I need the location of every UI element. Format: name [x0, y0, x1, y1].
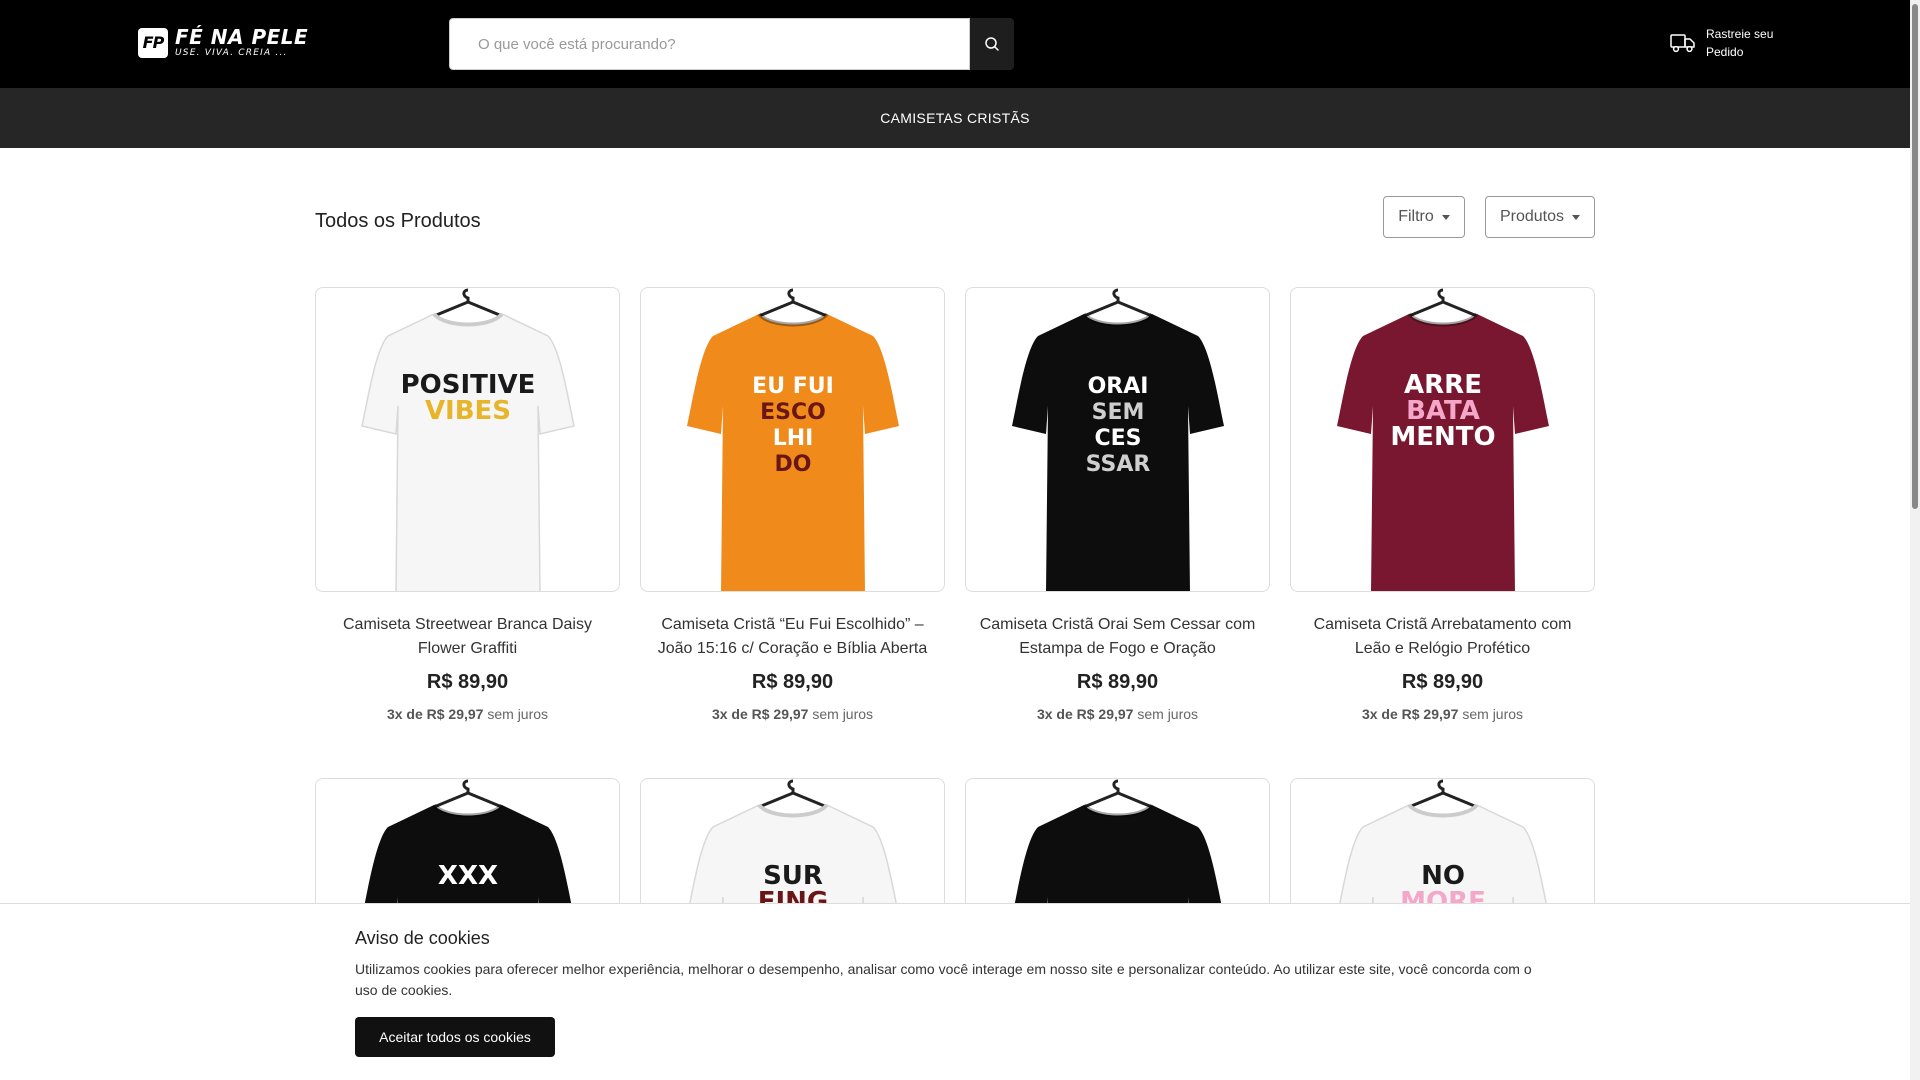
caret-down-icon	[1572, 214, 1581, 220]
tshirt-shape	[1012, 805, 1224, 918]
tshirt-image: EU FUIESCOLHIDO	[687, 288, 899, 591]
installment-suffix: sem juros	[808, 706, 874, 722]
logo-mark: FP	[138, 27, 168, 58]
product-card[interactable]: EU FUI ESCO LHI DO Camiseta Cristã “Eu Fui E…	[640, 287, 945, 722]
shirt-print-text: MENTO	[1390, 422, 1495, 452]
product-installments: 3x de R$ 29,97 sem juros	[1290, 706, 1595, 722]
cookie-text: Utilizamos cookies para oferecer melhor …	[355, 961, 1532, 998]
installment-amount: 3x de R$ 29,97	[1036, 706, 1134, 722]
product-installments: 3x de R$ 29,97 sem juros	[640, 706, 945, 722]
accept-cookies-button[interactable]: Aceitar todos os cookies	[355, 1017, 555, 1057]
page: FP FÉ NA PELE USE. VIVA. CREIA ... O que…	[0, 0, 1920, 1080]
filter-label: Filtro	[1398, 208, 1434, 225]
shirt-print-text: ESCO	[760, 400, 826, 425]
tshirt-image: ORAISEMCESSSAR	[1012, 288, 1224, 591]
tshirt-image: POSITIVEVIBES	[361, 288, 575, 591]
product-card[interactable]: ORAI SEM CES SSAR Camiseta Cristã Orai Sem C…	[965, 287, 1270, 722]
product-image[interactable]: EU FUI ESCO LHI DO	[640, 287, 945, 592]
product-card[interactable]: XXX	[315, 778, 620, 918]
product-image[interactable]: XXX	[315, 778, 620, 918]
search-button[interactable]	[970, 18, 1014, 70]
product-price: R$ 89,90	[751, 671, 834, 693]
track-order-link[interactable]: Rastreie seu Pedido	[1670, 25, 1786, 61]
search-icon	[985, 37, 999, 51]
product-price: R$ 89,90	[426, 671, 509, 693]
hanger-icon	[1083, 288, 1153, 318]
category-nav: CAMISETAS CRISTÃS	[0, 88, 1910, 148]
search-input[interactable]	[449, 18, 970, 70]
logo-tagline: USE. VIVA. CREIA ...	[175, 48, 288, 58]
hanger-icon	[758, 779, 828, 809]
shirt-print-text: XXX	[438, 861, 498, 891]
product-card[interactable]: ARRE BATA MENTO Camiseta Cristã Arrebatamen…	[1290, 287, 1595, 722]
installment-amount: 3x de R$ 29,97	[1361, 706, 1459, 722]
page-scrollbar[interactable]	[1910, 0, 1920, 1080]
product-name[interactable]: Camiseta Streetwear Branca Daisy Flower …	[315, 613, 620, 661]
tshirt-shape	[361, 313, 575, 591]
product-image[interactable]: NO MORE	[1290, 778, 1595, 918]
product-card[interactable]: SUR FING	[640, 778, 945, 918]
product-image[interactable]	[965, 778, 1270, 918]
products-dropdown[interactable]: Produtos	[1485, 196, 1595, 238]
top-header: FP FÉ NA PELE USE. VIVA. CREIA ... O que…	[0, 0, 1910, 88]
caret-down-icon	[1441, 214, 1450, 220]
product-installments: 3x de R$ 29,97 sem juros	[315, 706, 620, 722]
hanger-icon	[1408, 779, 1478, 809]
shirt-print-text: VIBES	[425, 396, 511, 426]
filter-dropdown[interactable]: Filtro	[1383, 196, 1465, 238]
tshirt-image: SURFING	[686, 779, 900, 918]
product-card[interactable]: NO MORE	[1290, 778, 1595, 918]
tshirt-image: NOMORE	[1336, 779, 1550, 918]
hanger-icon	[433, 779, 503, 809]
hanger-icon	[433, 288, 503, 318]
cookie-title: Aviso de cookies	[355, 928, 490, 948]
product-image[interactable]: SUR FING	[640, 778, 945, 918]
hanger-icon	[1083, 779, 1153, 809]
track-order-label: Rastreie seu Pedido	[1706, 27, 1774, 59]
shirt-print-text: SSAR	[1086, 452, 1151, 477]
product-name[interactable]: Camiseta Cristã “Eu Fui Escolhido” – Joã…	[640, 613, 945, 661]
product-image[interactable]: POSITIVE VIBES	[315, 287, 620, 592]
product-name[interactable]: Camiseta Cristã Orai Sem Cessar com Esta…	[965, 613, 1270, 661]
product-installments: 3x de R$ 29,97 sem juros	[965, 706, 1270, 722]
shirt-print-text: CES	[1094, 426, 1141, 451]
product-card[interactable]: POSITIVE VIBES Camiseta Streetwear Branca …	[315, 287, 620, 722]
shirt-print-text: EU FUI	[752, 374, 834, 399]
installment-suffix: sem juros	[1458, 706, 1524, 722]
product-card[interactable]	[965, 778, 1270, 918]
tshirt-shape	[1337, 314, 1549, 591]
product-name[interactable]: Camiseta Cristã Arrebatamento com Leão e…	[1290, 613, 1595, 661]
tshirt-image: ARREBATAMENTO	[1337, 288, 1549, 591]
installment-amount: 3x de R$ 29,97	[386, 706, 484, 722]
products-label: Produtos	[1499, 208, 1565, 225]
product-price: R$ 89,90	[1076, 671, 1159, 693]
installment-amount: 3x de R$ 29,97	[711, 706, 809, 722]
tshirt-image: XXX	[362, 779, 574, 918]
installment-suffix: sem juros	[483, 706, 549, 722]
search-bar	[449, 18, 1014, 70]
hanger-icon	[1408, 288, 1478, 318]
installment-suffix: sem juros	[1133, 706, 1199, 722]
tshirt-image	[1012, 779, 1224, 918]
shirt-print-text: LHI	[773, 426, 814, 451]
logo-name: FÉ NA PELE	[175, 25, 309, 49]
hanger-icon	[758, 288, 828, 318]
product-price: R$ 89,90	[1401, 671, 1484, 693]
shirt-print-text: ORAI	[1088, 374, 1149, 399]
shirt-print-text: DO	[775, 452, 812, 477]
scrollbar-thumb[interactable]	[1912, 4, 1918, 509]
truck-icon	[1670, 34, 1695, 53]
store-logo[interactable]: FP FÉ NA PELE USE. VIVA. CREIA ...	[138, 27, 308, 58]
cookie-banner: Aviso de cookies Utilizamos cookies para…	[0, 903, 1910, 1080]
nav-item-camisetas-cristas[interactable]: CAMISETAS CRISTÃS	[880, 110, 1030, 126]
product-image[interactable]: ORAI SEM CES SSAR	[965, 287, 1270, 592]
product-image[interactable]: ARRE BATA MENTO	[1290, 287, 1595, 592]
page-title: Todos os Produtos	[315, 210, 481, 232]
shirt-print-text: SEM	[1092, 400, 1145, 425]
